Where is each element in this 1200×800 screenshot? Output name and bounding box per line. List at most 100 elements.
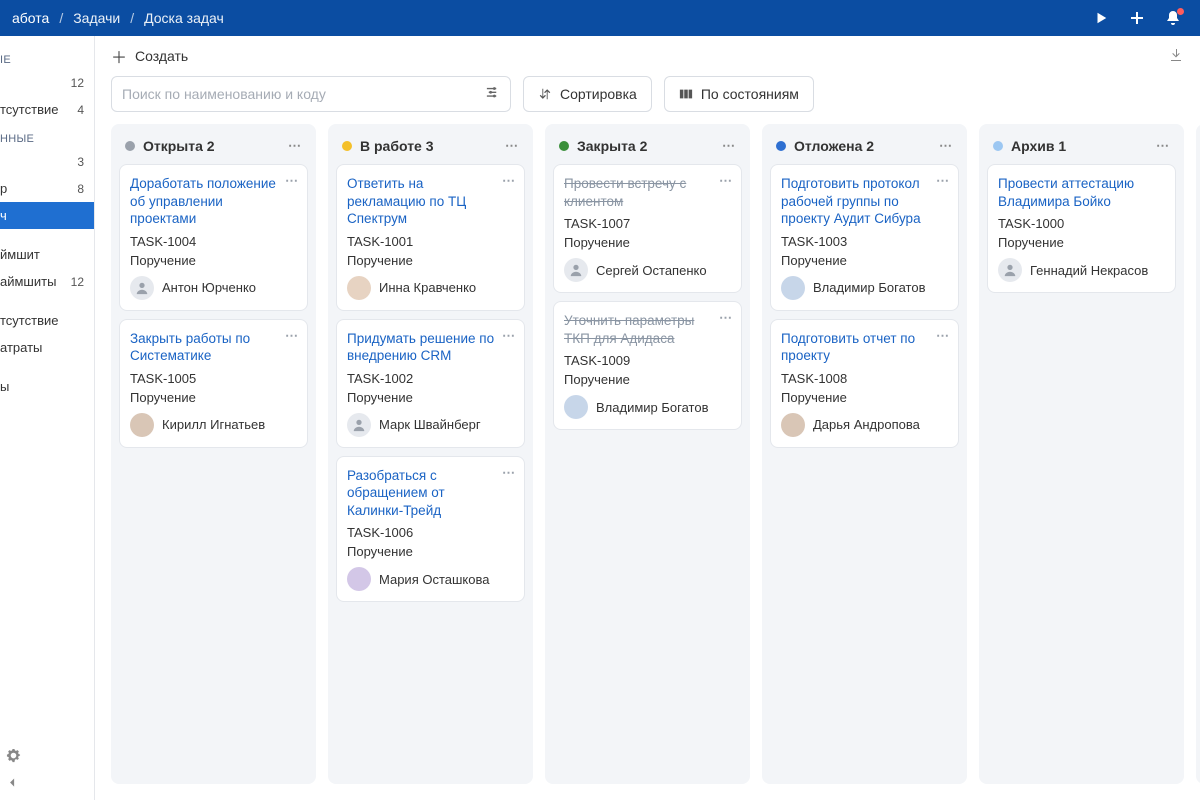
assignee-name: Дарья Андропова bbox=[813, 417, 920, 432]
card-code: TASK-1009 bbox=[564, 353, 731, 368]
breadcrumb-item[interactable]: Задачи bbox=[73, 10, 120, 26]
column-title: Открыта 2 bbox=[125, 138, 215, 154]
sidebar-item[interactable] bbox=[0, 229, 94, 241]
card-title: Доработать положение об управлении проек… bbox=[130, 175, 297, 228]
card-title: Ответить на рекламацию по ТЦ Спектрум bbox=[347, 175, 514, 228]
sidebar-item[interactable]: атраты bbox=[0, 334, 94, 361]
card-type: Поручение bbox=[347, 390, 514, 405]
card-title: Провести встречу с клиентом bbox=[564, 175, 731, 210]
sidebar-item[interactable] bbox=[0, 361, 94, 373]
assignee-name: Антон Юрченко bbox=[162, 280, 256, 295]
plus-icon: ＋ bbox=[111, 44, 127, 68]
card-type: Поручение bbox=[998, 235, 1165, 250]
state-label: По состояниям bbox=[701, 86, 799, 102]
sidebar-item[interactable]: ч bbox=[0, 202, 94, 229]
card-menu-icon[interactable]: ⋯ bbox=[936, 173, 950, 189]
card-code: TASK-1002 bbox=[347, 371, 514, 386]
sidebar-item[interactable]: р8 bbox=[0, 175, 94, 202]
task-card[interactable]: ⋯Доработать положение об управлении прое… bbox=[119, 164, 308, 311]
download-icon[interactable] bbox=[1168, 47, 1184, 66]
state-button[interactable]: По состояниям bbox=[664, 76, 814, 112]
card-menu-icon[interactable]: ⋯ bbox=[285, 328, 299, 344]
column-menu-icon[interactable]: ⋯ bbox=[1156, 138, 1170, 154]
card-type: Поручение bbox=[347, 253, 514, 268]
bell-icon[interactable] bbox=[1164, 9, 1182, 27]
task-card[interactable]: ⋯Уточнить параметры ТКП для АдидасаTASK-… bbox=[553, 301, 742, 430]
app-title: абота bbox=[12, 10, 49, 26]
assignee-name: Мария Осташкова bbox=[379, 572, 489, 587]
task-card[interactable]: ⋯Ответить на рекламацию по ТЦ СпектрумTA… bbox=[336, 164, 525, 311]
breadcrumb-sep: / bbox=[59, 10, 63, 26]
sidebar-item[interactable]: 3 bbox=[0, 149, 94, 175]
sidebar-label: ы bbox=[0, 379, 9, 394]
card-code: TASK-1007 bbox=[564, 216, 731, 231]
plus-icon[interactable] bbox=[1128, 9, 1146, 27]
sidebar-item[interactable]: тсутствие bbox=[0, 307, 94, 334]
card-menu-icon[interactable]: ⋯ bbox=[502, 173, 516, 189]
avatar bbox=[347, 567, 371, 591]
card-code: TASK-1003 bbox=[781, 234, 948, 249]
card-menu-icon[interactable]: ⋯ bbox=[936, 328, 950, 344]
sidebar-item[interactable]: аймшиты12 bbox=[0, 268, 94, 295]
breadcrumb-item[interactable]: Доска задач bbox=[144, 10, 224, 26]
card-code: TASK-1006 bbox=[347, 525, 514, 540]
card-menu-icon[interactable]: ⋯ bbox=[502, 328, 516, 344]
sidebar-item[interactable]: ы bbox=[0, 373, 94, 400]
create-button[interactable]: ＋ Создать bbox=[111, 44, 188, 68]
assignee-name: Владимир Богатов bbox=[596, 400, 708, 415]
create-label: Создать bbox=[135, 48, 188, 64]
sidebar-item[interactable]: тсутствие4 bbox=[0, 96, 94, 123]
sort-button[interactable]: Сортировка bbox=[523, 76, 652, 112]
card-title: Провести аттестацию Владимира Бойко bbox=[998, 175, 1165, 210]
status-dot bbox=[342, 141, 352, 151]
column-menu-icon[interactable]: ⋯ bbox=[288, 138, 302, 154]
card-type: Поручение bbox=[781, 253, 948, 268]
sidebar: ІЕ12тсутствие4ННЫЕ3р8чймшитаймшиты12тсут… bbox=[0, 36, 95, 800]
task-card[interactable]: Провести аттестацию Владимира БойкоTASK-… bbox=[987, 164, 1176, 293]
status-dot bbox=[125, 141, 135, 151]
filter-icon[interactable] bbox=[485, 85, 500, 103]
breadcrumb-sep: / bbox=[130, 10, 134, 26]
sidebar-count: 8 bbox=[77, 182, 84, 196]
avatar bbox=[347, 276, 371, 300]
card-menu-icon[interactable]: ⋯ bbox=[502, 465, 516, 481]
card-menu-icon[interactable]: ⋯ bbox=[719, 310, 733, 326]
gear-icon[interactable] bbox=[6, 748, 21, 766]
breadcrumb: абота / Задачи / Доска задач bbox=[12, 10, 224, 26]
assignee-name: Марк Швайнберг bbox=[379, 417, 481, 432]
card-type: Поручение bbox=[564, 235, 731, 250]
search-input[interactable] bbox=[122, 86, 485, 102]
sidebar-count: 12 bbox=[71, 76, 84, 90]
sidebar-count: 3 bbox=[77, 155, 84, 169]
sidebar-item[interactable]: ймшит bbox=[0, 241, 94, 268]
column-title: Архив 1 bbox=[993, 138, 1066, 154]
card-type: Поручение bbox=[130, 253, 297, 268]
card-title: Закрыть работы по Систематике bbox=[130, 330, 297, 365]
task-card[interactable]: ⋯Подготовить отчет по проектуTASK-1008По… bbox=[770, 319, 959, 448]
sidebar-item[interactable] bbox=[0, 295, 94, 307]
sidebar-item[interactable]: 12 bbox=[0, 70, 94, 96]
card-menu-icon[interactable]: ⋯ bbox=[719, 173, 733, 189]
task-card[interactable]: ⋯Закрыть работы по СистематикеTASK-1005П… bbox=[119, 319, 308, 448]
task-card[interactable]: ⋯Подготовить протокол рабочей группы по … bbox=[770, 164, 959, 311]
avatar bbox=[130, 276, 154, 300]
toolbar: ＋ Создать bbox=[95, 36, 1200, 76]
play-icon[interactable] bbox=[1092, 9, 1110, 27]
column-menu-icon[interactable]: ⋯ bbox=[722, 138, 736, 154]
topbar: абота / Задачи / Доска задач bbox=[0, 0, 1200, 36]
board: Открыта 2⋯⋯Доработать положение об управ… bbox=[95, 124, 1200, 800]
board-column: Закрыта 2⋯⋯Провести встречу с клиентомTA… bbox=[545, 124, 750, 784]
task-card[interactable]: ⋯Придумать решение по внедрению CRM TASK-… bbox=[336, 319, 525, 448]
status-dot bbox=[559, 141, 569, 151]
card-menu-icon[interactable]: ⋯ bbox=[285, 173, 299, 189]
card-title: Придумать решение по внедрению CRM bbox=[347, 330, 514, 365]
column-menu-icon[interactable]: ⋯ bbox=[505, 138, 519, 154]
sidebar-label: ч bbox=[0, 208, 7, 223]
task-card[interactable]: ⋯Провести встречу с клиентом TASK-1007 Пор… bbox=[553, 164, 742, 293]
column-menu-icon[interactable]: ⋯ bbox=[939, 138, 953, 154]
task-card[interactable]: ⋯Разобраться с обращением от Калинки-Тре… bbox=[336, 456, 525, 603]
card-title: Подготовить протокол рабочей группы по п… bbox=[781, 175, 948, 228]
collapse-icon[interactable] bbox=[6, 776, 19, 792]
card-type: Поручение bbox=[781, 390, 948, 405]
column-title: Закрыта 2 bbox=[559, 138, 647, 154]
